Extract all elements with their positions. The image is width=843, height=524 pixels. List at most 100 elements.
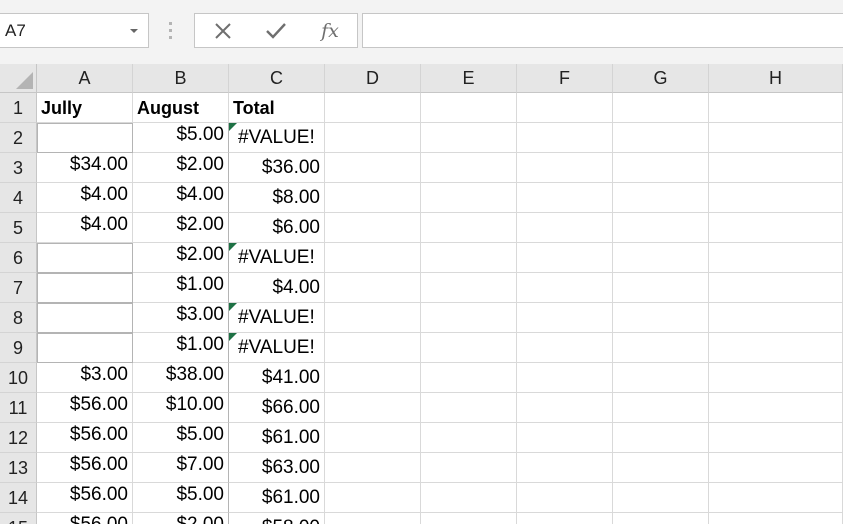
- cell-b1[interactable]: August: [133, 93, 229, 123]
- cell-e1[interactable]: [421, 93, 517, 123]
- cell-d5[interactable]: [325, 213, 421, 243]
- row-header-13[interactable]: 13: [0, 453, 37, 483]
- cell-d9[interactable]: [325, 333, 421, 363]
- cell-e7[interactable]: [421, 273, 517, 303]
- row-header-4[interactable]: 4: [0, 183, 37, 213]
- cell-c7[interactable]: $4.00: [229, 273, 325, 303]
- cell-d3[interactable]: [325, 153, 421, 183]
- column-header-b[interactable]: B: [133, 64, 229, 93]
- cell-f14[interactable]: [517, 483, 613, 513]
- cell-e3[interactable]: [421, 153, 517, 183]
- cell-g2[interactable]: [613, 123, 709, 153]
- cell-h4[interactable]: [709, 183, 843, 213]
- formula-input[interactable]: [362, 13, 843, 48]
- cell-d11[interactable]: [325, 393, 421, 423]
- cell-d12[interactable]: [325, 423, 421, 453]
- cell-b11[interactable]: $10.00: [133, 393, 229, 423]
- row-header-8[interactable]: 8: [0, 303, 37, 333]
- cell-a15[interactable]: $56.00: [37, 513, 133, 524]
- cell-h1[interactable]: [709, 93, 843, 123]
- row-header-3[interactable]: 3: [0, 153, 37, 183]
- cell-g15[interactable]: [613, 513, 709, 524]
- cell-g12[interactable]: [613, 423, 709, 453]
- cell-h11[interactable]: [709, 393, 843, 423]
- cell-d13[interactable]: [325, 453, 421, 483]
- cell-f2[interactable]: [517, 123, 613, 153]
- cell-g11[interactable]: [613, 393, 709, 423]
- cell-d2[interactable]: [325, 123, 421, 153]
- cell-a4[interactable]: $4.00: [37, 183, 133, 213]
- cell-h6[interactable]: [709, 243, 843, 273]
- cell-b6[interactable]: $2.00: [133, 243, 229, 273]
- row-header-1[interactable]: 1: [0, 93, 37, 123]
- cell-h15[interactable]: [709, 513, 843, 524]
- cell-c11[interactable]: $66.00: [229, 393, 325, 423]
- cell-a8[interactable]: [37, 303, 133, 333]
- enter-button[interactable]: [251, 14, 301, 47]
- row-header-2[interactable]: 2: [0, 123, 37, 153]
- cell-a7[interactable]: [37, 273, 133, 303]
- error-indicator-icon[interactable]: [229, 303, 237, 311]
- cell-f7[interactable]: [517, 273, 613, 303]
- cell-e13[interactable]: [421, 453, 517, 483]
- cell-h13[interactable]: [709, 453, 843, 483]
- cell-h2[interactable]: [709, 123, 843, 153]
- cell-g3[interactable]: [613, 153, 709, 183]
- cell-b13[interactable]: $7.00: [133, 453, 229, 483]
- cell-a1[interactable]: Jully: [37, 93, 133, 123]
- cell-h7[interactable]: [709, 273, 843, 303]
- cell-c6[interactable]: #VALUE!: [229, 243, 325, 273]
- name-box-value[interactable]: A7: [5, 21, 26, 41]
- row-header-10[interactable]: 10: [0, 363, 37, 393]
- cell-c15[interactable]: $58.00: [229, 513, 325, 524]
- cell-b3[interactable]: $2.00: [133, 153, 229, 183]
- cell-h10[interactable]: [709, 363, 843, 393]
- chevron-down-icon[interactable]: [130, 29, 138, 33]
- cell-c9[interactable]: #VALUE!: [229, 333, 325, 363]
- cell-b8[interactable]: $3.00: [133, 303, 229, 333]
- column-header-a[interactable]: A: [37, 64, 133, 93]
- cell-c13[interactable]: $63.00: [229, 453, 325, 483]
- cell-e4[interactable]: [421, 183, 517, 213]
- cell-a10[interactable]: $3.00: [37, 363, 133, 393]
- column-header-f[interactable]: F: [517, 64, 613, 93]
- cell-e11[interactable]: [421, 393, 517, 423]
- column-header-h[interactable]: H: [709, 64, 843, 93]
- cell-g8[interactable]: [613, 303, 709, 333]
- cell-g10[interactable]: [613, 363, 709, 393]
- cell-c5[interactable]: $6.00: [229, 213, 325, 243]
- insert-function-button[interactable]: fx: [305, 14, 355, 47]
- cell-f1[interactable]: [517, 93, 613, 123]
- cell-b4[interactable]: $4.00: [133, 183, 229, 213]
- cell-d7[interactable]: [325, 273, 421, 303]
- row-header-7[interactable]: 7: [0, 273, 37, 303]
- cell-h14[interactable]: [709, 483, 843, 513]
- cell-b5[interactable]: $2.00: [133, 213, 229, 243]
- cell-b12[interactable]: $5.00: [133, 423, 229, 453]
- column-header-d[interactable]: D: [325, 64, 421, 93]
- cell-b2[interactable]: $5.00: [133, 123, 229, 153]
- name-box[interactable]: A7: [0, 13, 149, 48]
- cell-a2[interactable]: [37, 123, 133, 153]
- error-indicator-icon[interactable]: [229, 123, 237, 131]
- row-header-5[interactable]: 5: [0, 213, 37, 243]
- cell-b14[interactable]: $5.00: [133, 483, 229, 513]
- cell-d8[interactable]: [325, 303, 421, 333]
- cell-c4[interactable]: $8.00: [229, 183, 325, 213]
- cell-f12[interactable]: [517, 423, 613, 453]
- cell-f5[interactable]: [517, 213, 613, 243]
- cell-g6[interactable]: [613, 243, 709, 273]
- cell-f6[interactable]: [517, 243, 613, 273]
- drag-handle[interactable]: [169, 22, 173, 40]
- row-header-11[interactable]: 11: [0, 393, 37, 423]
- cell-f9[interactable]: [517, 333, 613, 363]
- cell-b7[interactable]: $1.00: [133, 273, 229, 303]
- cell-f3[interactable]: [517, 153, 613, 183]
- cell-g7[interactable]: [613, 273, 709, 303]
- cell-c14[interactable]: $61.00: [229, 483, 325, 513]
- cell-e8[interactable]: [421, 303, 517, 333]
- cell-f10[interactable]: [517, 363, 613, 393]
- cell-a13[interactable]: $56.00: [37, 453, 133, 483]
- row-header-15[interactable]: 15: [0, 513, 37, 524]
- cell-c8[interactable]: #VALUE!: [229, 303, 325, 333]
